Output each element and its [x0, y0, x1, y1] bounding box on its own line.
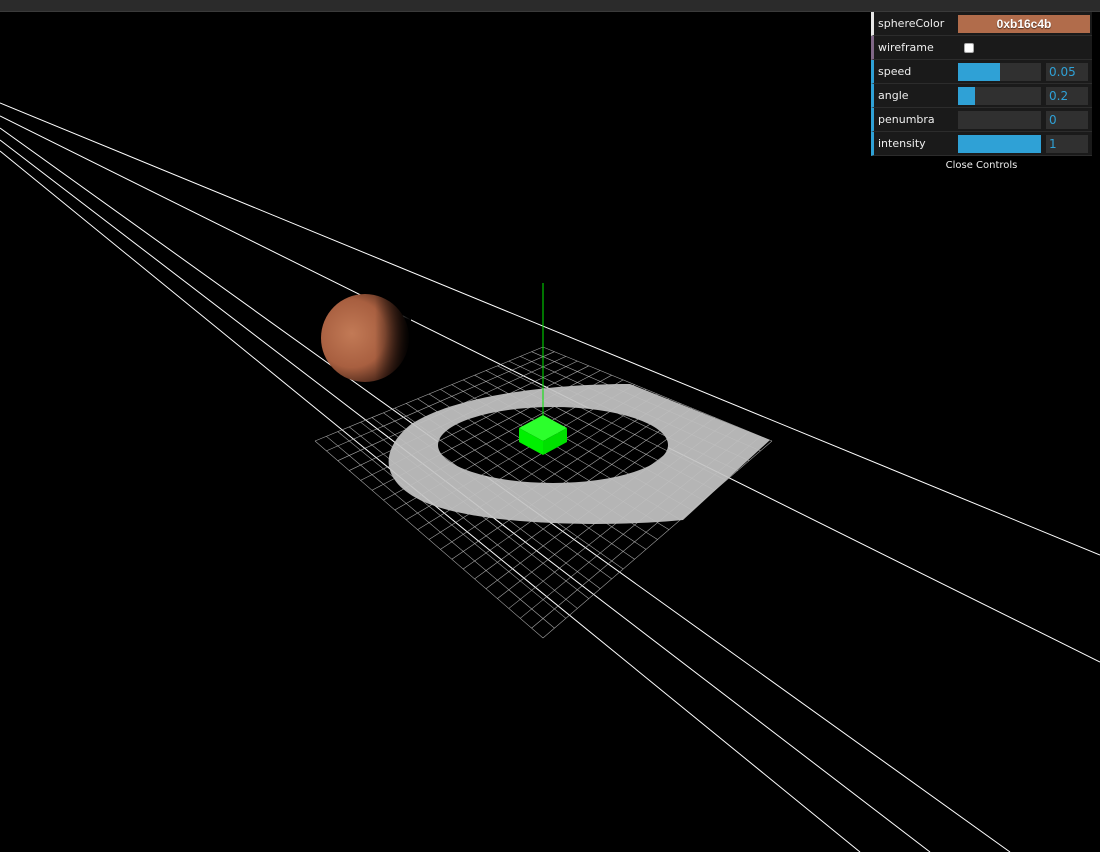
- sphere-color-label: sphereColor: [878, 17, 945, 30]
- speed-input[interactable]: 0.05: [1046, 63, 1088, 81]
- sphere-color-control: sphereColor 0xb16c4b: [871, 12, 1092, 36]
- wireframe-label: wireframe: [878, 41, 934, 54]
- close-controls-button[interactable]: Close Controls: [871, 156, 1092, 175]
- penumbra-control: penumbra 0: [871, 108, 1092, 132]
- angle-slider[interactable]: [958, 87, 1041, 105]
- wireframe-control: wireframe: [871, 36, 1092, 60]
- angle-input[interactable]: 0.2: [1046, 87, 1088, 105]
- speed-control: speed 0.05: [871, 60, 1092, 84]
- sphere-color-swatch[interactable]: 0xb16c4b: [958, 15, 1090, 33]
- speed-label: speed: [878, 65, 912, 78]
- penumbra-input[interactable]: 0: [1046, 111, 1088, 129]
- intensity-input[interactable]: 1: [1046, 135, 1088, 153]
- intensity-label: intensity: [878, 137, 926, 150]
- sphere: [321, 294, 411, 384]
- penumbra-slider[interactable]: [958, 111, 1041, 129]
- penumbra-label: penumbra: [878, 113, 935, 126]
- speed-slider[interactable]: [958, 63, 1041, 81]
- intensity-slider[interactable]: [958, 135, 1041, 153]
- wireframe-checkbox[interactable]: [964, 43, 974, 53]
- controls-panel: sphereColor 0xb16c4b wireframe speed 0.0…: [871, 12, 1092, 175]
- angle-label: angle: [878, 89, 909, 102]
- angle-control: angle 0.2: [871, 84, 1092, 108]
- intensity-control: intensity 1: [871, 132, 1092, 156]
